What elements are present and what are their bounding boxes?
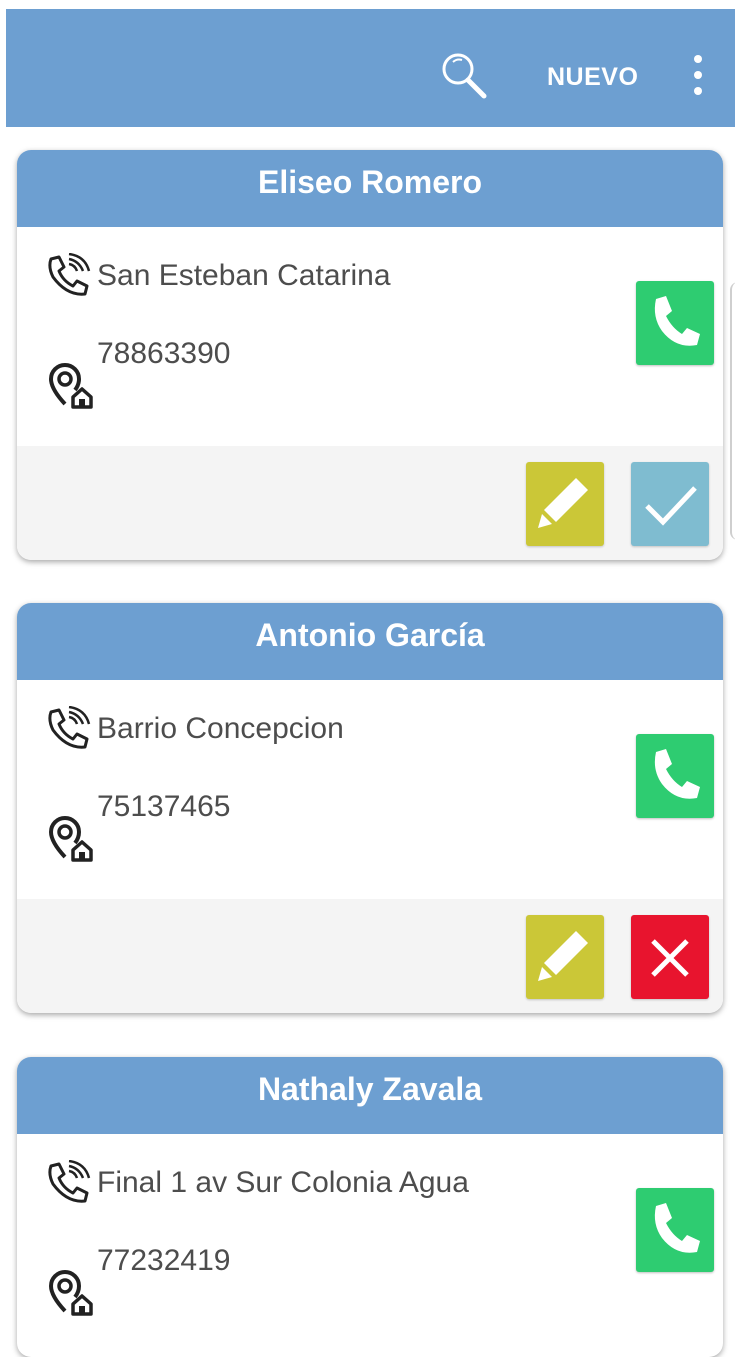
edit-button[interactable]	[526, 462, 604, 546]
scrollbar	[730, 282, 735, 540]
call-button[interactable]	[636, 1188, 714, 1272]
new-button[interactable]: NUEVO	[547, 63, 638, 92]
contact-phone: 77232419	[97, 1244, 231, 1277]
phone-ringing-icon	[45, 705, 97, 750]
contact-card: Antonio García Barrio Concepcion 7513746…	[17, 603, 723, 1013]
call-button[interactable]	[636, 734, 714, 818]
card-actions	[17, 899, 723, 1013]
card-actions	[17, 446, 723, 560]
contact-phone: 78863390	[97, 337, 231, 370]
call-button[interactable]	[636, 281, 714, 365]
location-home-icon	[47, 812, 97, 862]
card-body: Barrio Concepcion 75137465	[17, 680, 723, 899]
confirm-button[interactable]	[631, 462, 709, 546]
contact-address: Barrio Concepcion	[97, 712, 344, 745]
phone-ringing-icon	[45, 252, 97, 297]
app-toolbar: NUEVO	[6, 9, 735, 127]
phone-ringing-icon	[45, 1159, 97, 1204]
contact-card: Eliseo Romero San Esteban Catarina 78863…	[17, 150, 723, 560]
card-body: Final 1 av Sur Colonia Agua 77232419	[17, 1134, 723, 1353]
edit-button[interactable]	[526, 915, 604, 999]
contact-card: Nathaly Zavala Final 1 av Sur Colonia Ag…	[17, 1057, 723, 1357]
contact-phone: 75137465	[97, 790, 231, 823]
contact-name: Eliseo Romero	[17, 150, 723, 227]
card-body: San Esteban Catarina 78863390	[17, 227, 723, 446]
cancel-button[interactable]	[631, 915, 709, 999]
contact-address: San Esteban Catarina	[97, 259, 391, 292]
contact-address: Final 1 av Sur Colonia Agua	[97, 1166, 469, 1199]
contact-name: Antonio García	[17, 603, 723, 680]
location-home-icon	[47, 359, 97, 409]
more-vert-icon[interactable]	[689, 53, 707, 97]
search-icon[interactable]	[438, 49, 490, 101]
contact-name: Nathaly Zavala	[17, 1057, 723, 1134]
location-home-icon	[47, 1266, 97, 1316]
